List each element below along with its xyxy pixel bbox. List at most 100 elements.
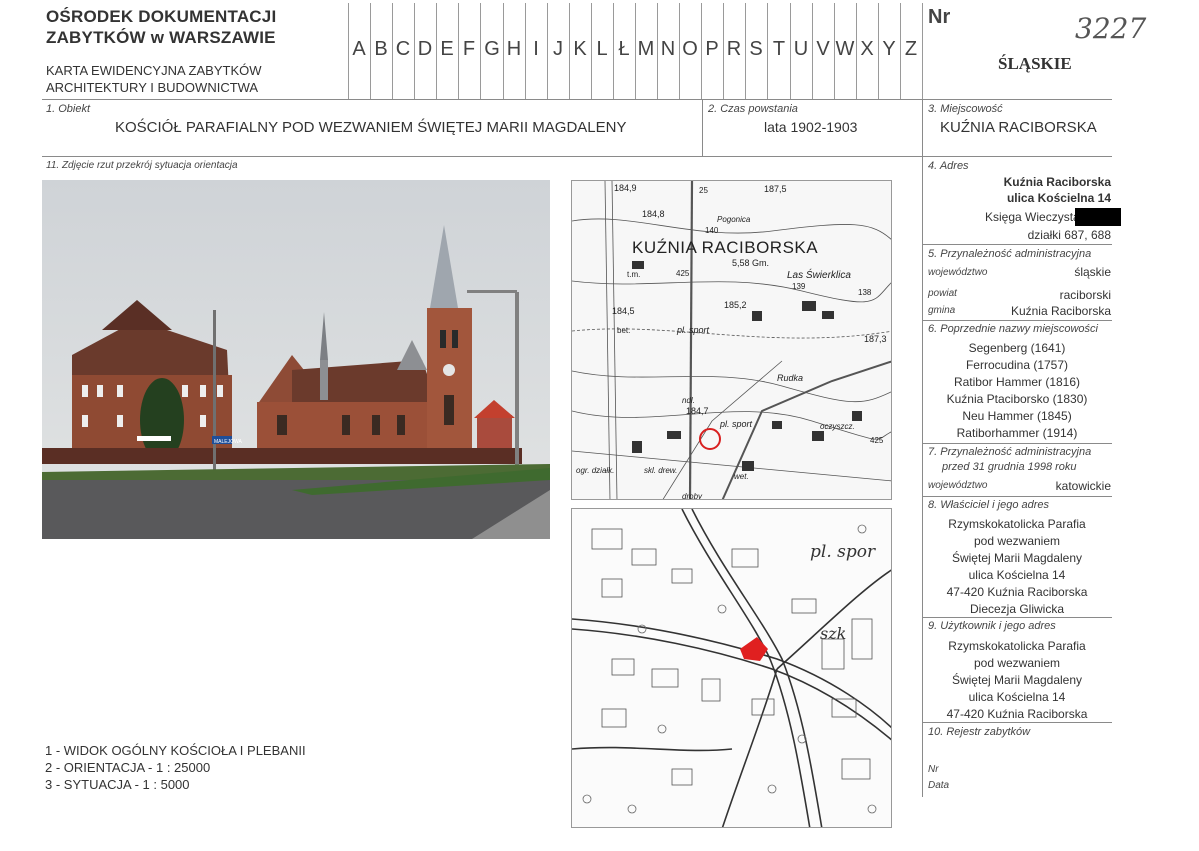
rule-6 [922, 443, 1112, 444]
letter-cell: J [553, 38, 563, 60]
voivodeship-header: ŚLĄSKIE [998, 54, 1072, 73]
owner8-line: ulica Kościelna 14 [968, 568, 1066, 582]
nr-label: Nr [928, 6, 951, 28]
situation-map-graphic: pl. spor szk [572, 509, 891, 827]
rule-8 [922, 617, 1112, 618]
map-label: Pogonica [717, 215, 751, 224]
rule-4 [922, 244, 1112, 245]
letter-cell: W [835, 38, 855, 60]
register-nr-label: Nr [928, 764, 939, 775]
land-register-label: Księga Wieczysta [985, 210, 1080, 224]
map-label: 425 [870, 436, 884, 445]
names6-line: Ratibor Hammer (1816) [953, 375, 1081, 389]
map-label: Rudka [777, 373, 803, 383]
card-line1: KARTA EWIDENCYJNA ZABYTKÓW [46, 63, 262, 78]
situation-map: pl. spor szk [571, 508, 892, 828]
divider-field2 [702, 100, 703, 156]
field2-label: 2. Czas powstania [708, 103, 798, 115]
user9-line: Świętej Marii Magdaleny [951, 673, 1083, 687]
field7-label: 7. Przynależność administracyjna [928, 446, 1092, 458]
field4-label: 4. Adres [928, 160, 969, 172]
gmina-label: gmina [928, 305, 956, 316]
field7-sublabel: przed 31 grudnia 1998 roku [942, 461, 1077, 473]
map-label: bet. [617, 326, 630, 335]
street-sign-text: MALEJOWA [214, 439, 243, 445]
map-label: 187,3 [864, 334, 887, 344]
rule-header [42, 99, 1112, 100]
letter-cell: X [860, 38, 874, 60]
letter-cell: Ł [618, 38, 630, 60]
map-label: ndl. [682, 396, 695, 405]
owner8-line: pod wezwaniem [973, 534, 1061, 548]
map-label: 184,7 [686, 406, 709, 416]
legend-item-1: 1 - WIDOK OGÓLNY KOŚCIOŁA I PLEBANII [45, 743, 306, 758]
powiat-value: raciborski [1059, 288, 1111, 302]
letter-cell: B [374, 38, 388, 60]
nr-handwritten: 3227 [1075, 12, 1147, 45]
names6-line: Neu Hammer (1845) [962, 409, 1072, 423]
map-label: 5,58 Gm. [732, 258, 769, 268]
letter-cell: L [596, 38, 608, 60]
register-date-label: Data [928, 780, 950, 791]
plots: działki 687, 688 [1027, 228, 1111, 242]
letter-cell: O [682, 38, 698, 60]
rule-7 [922, 496, 1112, 497]
letter-cell: S [749, 38, 763, 60]
map-label: 425 [676, 269, 690, 278]
legend-item-2: 2 - ORIENTACJA - 1 : 25000 [45, 760, 211, 775]
address-street: ulica Kościelna 14 [1006, 191, 1111, 205]
map-label: wet. [734, 472, 749, 481]
map-label: 185,2 [724, 300, 747, 310]
map-label: pl. sport [676, 325, 710, 335]
address-town: Kuźnia Raciborska [1003, 175, 1111, 189]
field3-label: 3. Miejscowość [928, 103, 1003, 115]
map-label: oczyszcz. [820, 422, 855, 431]
object-name: KOŚCIÓŁ PARAFIALNY POD WEZWANIEM ŚWIĘTEJ… [115, 119, 627, 136]
letter-cell: U [793, 38, 809, 60]
redacted-block [1075, 208, 1121, 226]
construction-date: lata 1902-1903 [764, 119, 858, 135]
user9-line: ulica Kościelna 14 [968, 690, 1066, 704]
church-photo: MALEJOWA [42, 180, 550, 539]
old-wojewodztwo-label: województwo [928, 480, 988, 491]
old-wojewodztwo-value: katowickie [1055, 479, 1111, 493]
letter-cell: T [772, 38, 786, 60]
gmina-value: Kuźnia Raciborska [1010, 304, 1111, 318]
field8-label: 8. Właściciel i jego adres [928, 499, 1050, 511]
owner8-line: Rzymskokatolicka Parafia [948, 517, 1086, 531]
map-town-label: KUŹNIA RACIBORSKA [632, 238, 818, 257]
letter-cell: H [506, 38, 522, 60]
owner8-line: Diecezja Gliwicka [969, 602, 1065, 616]
names6-line: Segenberg (1641) [968, 341, 1066, 355]
map-label: 187,5 [764, 184, 787, 194]
rule-fields [42, 156, 1112, 157]
orientation-map-graphic: KUŹNIA RACIBORSKA 184,9 25 187,5 184,8 P… [572, 181, 891, 500]
grid-line [922, 3, 923, 99]
church-photo-graphic: MALEJOWA [42, 180, 550, 539]
map-label: droby [682, 492, 703, 500]
wojewodztwo-value: śląskie [1074, 265, 1111, 279]
letter-cell: P [705, 38, 719, 60]
letter-cell: D [417, 38, 433, 60]
field9-label: 9. Użytkownik i jego adres [928, 620, 1056, 632]
orientation-map: KUŹNIA RACIBORSKA 184,9 25 187,5 184,8 P… [571, 180, 892, 500]
field1-label: 1. Obiekt [46, 103, 91, 115]
map-label: skl. drew. [644, 466, 677, 475]
letter-cell: N [660, 38, 676, 60]
user9-line: pod wezwaniem [973, 656, 1061, 670]
map-label: pl. spor [810, 542, 876, 562]
letter-cell: A [352, 38, 366, 60]
user9-line: Rzymskokatolicka Parafia [948, 639, 1086, 653]
letter-cell: K [573, 38, 587, 60]
field5-label: 5. Przynależność administracyjna [928, 248, 1092, 260]
field6-label: 6. Poprzednie nazwy miejscowości [928, 323, 1098, 335]
map-label: 139 [792, 282, 806, 291]
institution-name: OŚRODEK DOKUMENTACJI ZABYTKÓW w WARSZAWI… [46, 6, 276, 48]
letter-cell: I [533, 38, 539, 60]
card-title: KARTA EWIDENCYJNA ZABYTKÓW ARCHITEKTURY … [46, 62, 262, 96]
locality: KUŹNIA RACIBORSKA [940, 119, 1097, 136]
letter-cell: V [816, 38, 830, 60]
owner8-line: 47-420 Kuźnia Raciborska [946, 585, 1088, 599]
letter-cell: Z [904, 38, 918, 60]
letter-cell: G [484, 38, 500, 60]
